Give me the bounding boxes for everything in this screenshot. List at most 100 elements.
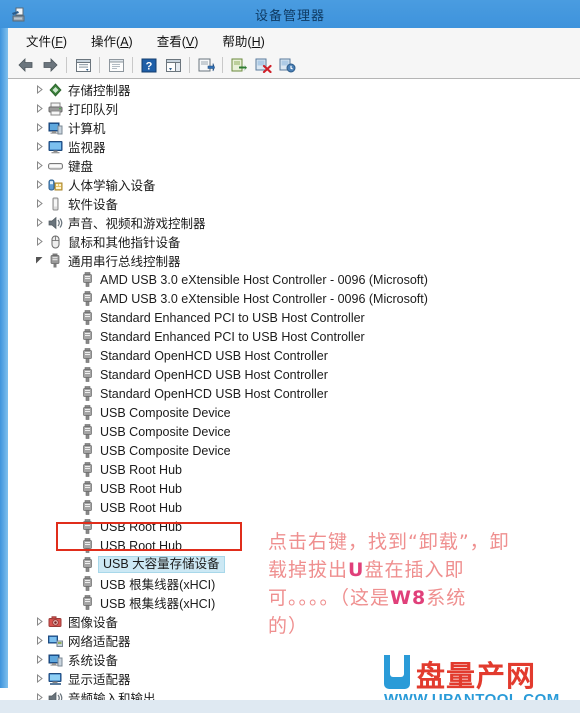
tree-item[interactable]: 鼠标和其他指针设备	[9, 232, 579, 251]
toolbar-separator-2	[99, 57, 100, 73]
tree-item-label: AMD USB 3.0 eXtensible Host Controller -…	[100, 272, 428, 287]
device-manager-window: 设备管理器 文件(F) 操作(A) 查看(V) 帮助(H) ? 存储控制器 打印…	[0, 0, 580, 713]
chevron-collapsed-icon[interactable]	[33, 232, 46, 251]
help-icon[interactable]: ?	[138, 54, 160, 76]
chevron-collapsed-icon[interactable]	[33, 99, 46, 118]
tree-item[interactable]: Standard OpenHCD USB Host Controller	[9, 346, 579, 365]
tree-item[interactable]: AMD USB 3.0 eXtensible Host Controller -…	[9, 289, 579, 308]
toolbar-separator-4	[189, 57, 190, 73]
annotation-line-2a: 载掉拔出	[268, 559, 349, 581]
tree-item[interactable]: Standard OpenHCD USB Host Controller	[9, 384, 579, 403]
tree-item[interactable]: 监视器	[9, 137, 579, 156]
chevron-collapsed-icon[interactable]	[33, 631, 46, 650]
annotation-line-3a: 可。。。。（这是	[268, 587, 391, 609]
tree-item[interactable]: Standard OpenHCD USB Host Controller	[9, 365, 579, 384]
chevron-collapsed-icon[interactable]	[33, 688, 46, 700]
annotation-line-3c: 系统	[426, 587, 467, 609]
menu-item-help[interactable]: 帮助(H)	[212, 29, 274, 52]
chevron-collapsed-icon[interactable]	[33, 612, 46, 631]
tree-item-label: Standard OpenHCD USB Host Controller	[100, 348, 328, 363]
tree-item-label: 存储控制器	[68, 84, 131, 98]
disable-device-icon[interactable]	[276, 54, 298, 76]
tree-item[interactable]: 软件设备	[9, 194, 579, 213]
network-adapter-icon	[46, 631, 64, 650]
menu-accel-view: V	[185, 34, 195, 49]
menu-item-action[interactable]: 操作(A)	[81, 29, 143, 52]
usb-device-icon	[78, 327, 96, 346]
chevron-collapsed-icon[interactable]	[33, 156, 46, 175]
usb-device-icon	[78, 365, 96, 384]
tree-item[interactable]: 计算机	[9, 118, 579, 137]
system-device-icon	[46, 650, 64, 669]
tree-item[interactable]: AMD USB 3.0 eXtensible Host Controller -…	[9, 270, 579, 289]
chevron-collapsed-icon[interactable]	[33, 137, 46, 156]
tree-item[interactable]: 存储控制器	[9, 80, 579, 99]
mouse-icon	[46, 232, 64, 251]
display-adapter-icon	[46, 669, 64, 688]
window-bottom-strip	[0, 700, 580, 713]
usb-device-icon	[78, 308, 96, 327]
keyboard-icon	[46, 156, 64, 175]
tree-item[interactable]: 声音、视频和游戏控制器	[9, 213, 579, 232]
tree-item-label: 系统设备	[68, 654, 119, 668]
menu-accel-help: H	[251, 34, 261, 49]
tree-item-label: 打印队列	[68, 103, 119, 117]
chevron-collapsed-icon[interactable]	[33, 80, 46, 99]
uninstall-device-icon[interactable]	[252, 54, 274, 76]
tree-item[interactable]: USB Root Hub	[9, 498, 579, 517]
menu-item-view[interactable]: 查看(V)	[147, 29, 209, 52]
menu-item-file[interactable]: 文件(F)	[16, 29, 77, 52]
chevron-expanded-icon[interactable]	[33, 251, 46, 270]
show-hide-console-tree-icon[interactable]	[72, 54, 94, 76]
tree-item[interactable]: USB Root Hub	[9, 479, 579, 498]
properties-icon[interactable]	[105, 54, 127, 76]
tree-item-label: 声音、视频和游戏控制器	[68, 217, 206, 231]
tree-item[interactable]: 键盘	[9, 156, 579, 175]
tree-item[interactable]: USB Composite Device	[9, 441, 579, 460]
scan-hardware-changes-icon[interactable]	[228, 54, 250, 76]
tree-item[interactable]: Standard Enhanced PCI to USB Host Contro…	[9, 308, 579, 327]
annotation-line-4: 的）	[268, 615, 309, 637]
tree-item[interactable]: USB Root Hub	[9, 460, 579, 479]
tree-item[interactable]: Standard Enhanced PCI to USB Host Contro…	[9, 327, 579, 346]
chevron-collapsed-icon[interactable]	[33, 118, 46, 137]
chevron-collapsed-icon[interactable]	[33, 175, 46, 194]
tree-item[interactable]: USB Composite Device	[9, 422, 579, 441]
annotation-line-3b: W8	[390, 587, 427, 609]
tree-item-label: USB Root Hub	[100, 538, 182, 553]
tree-item-label: 监视器	[68, 141, 106, 155]
tree-item-label: 通用串行总线控制器	[68, 255, 181, 269]
forward-icon[interactable]	[39, 54, 61, 76]
svg-text:?: ?	[146, 60, 153, 72]
chevron-collapsed-icon[interactable]	[33, 194, 46, 213]
tree-item-label: Standard Enhanced PCI to USB Host Contro…	[100, 329, 365, 344]
tree-item-label: USB 根集线器(xHCI)	[100, 597, 216, 611]
usb-device-icon	[78, 536, 96, 555]
window-title: 设备管理器	[254, 8, 325, 23]
chevron-collapsed-icon[interactable]	[33, 213, 46, 232]
update-driver-icon[interactable]	[195, 54, 217, 76]
tree-item[interactable]: 打印队列	[9, 99, 579, 118]
usb-device-icon	[78, 460, 96, 479]
menu-label-view: 查看	[156, 34, 182, 49]
back-icon[interactable]	[15, 54, 37, 76]
chevron-collapsed-icon[interactable]	[33, 650, 46, 669]
usb-device-icon	[78, 593, 96, 612]
show-hide-action-pane-icon[interactable]	[162, 54, 184, 76]
chevron-collapsed-icon[interactable]	[33, 669, 46, 688]
tree-item[interactable]: 通用串行总线控制器	[9, 251, 579, 270]
usb-device-icon	[78, 555, 96, 574]
tree-item[interactable]: USB Composite Device	[9, 403, 579, 422]
imaging-device-icon	[46, 612, 64, 631]
hid-icon	[46, 175, 64, 194]
tree-item-label: USB Composite Device	[100, 405, 231, 420]
tree-item-label: 网络适配器	[68, 635, 131, 649]
tree-item[interactable]: 人体学输入设备	[9, 175, 579, 194]
